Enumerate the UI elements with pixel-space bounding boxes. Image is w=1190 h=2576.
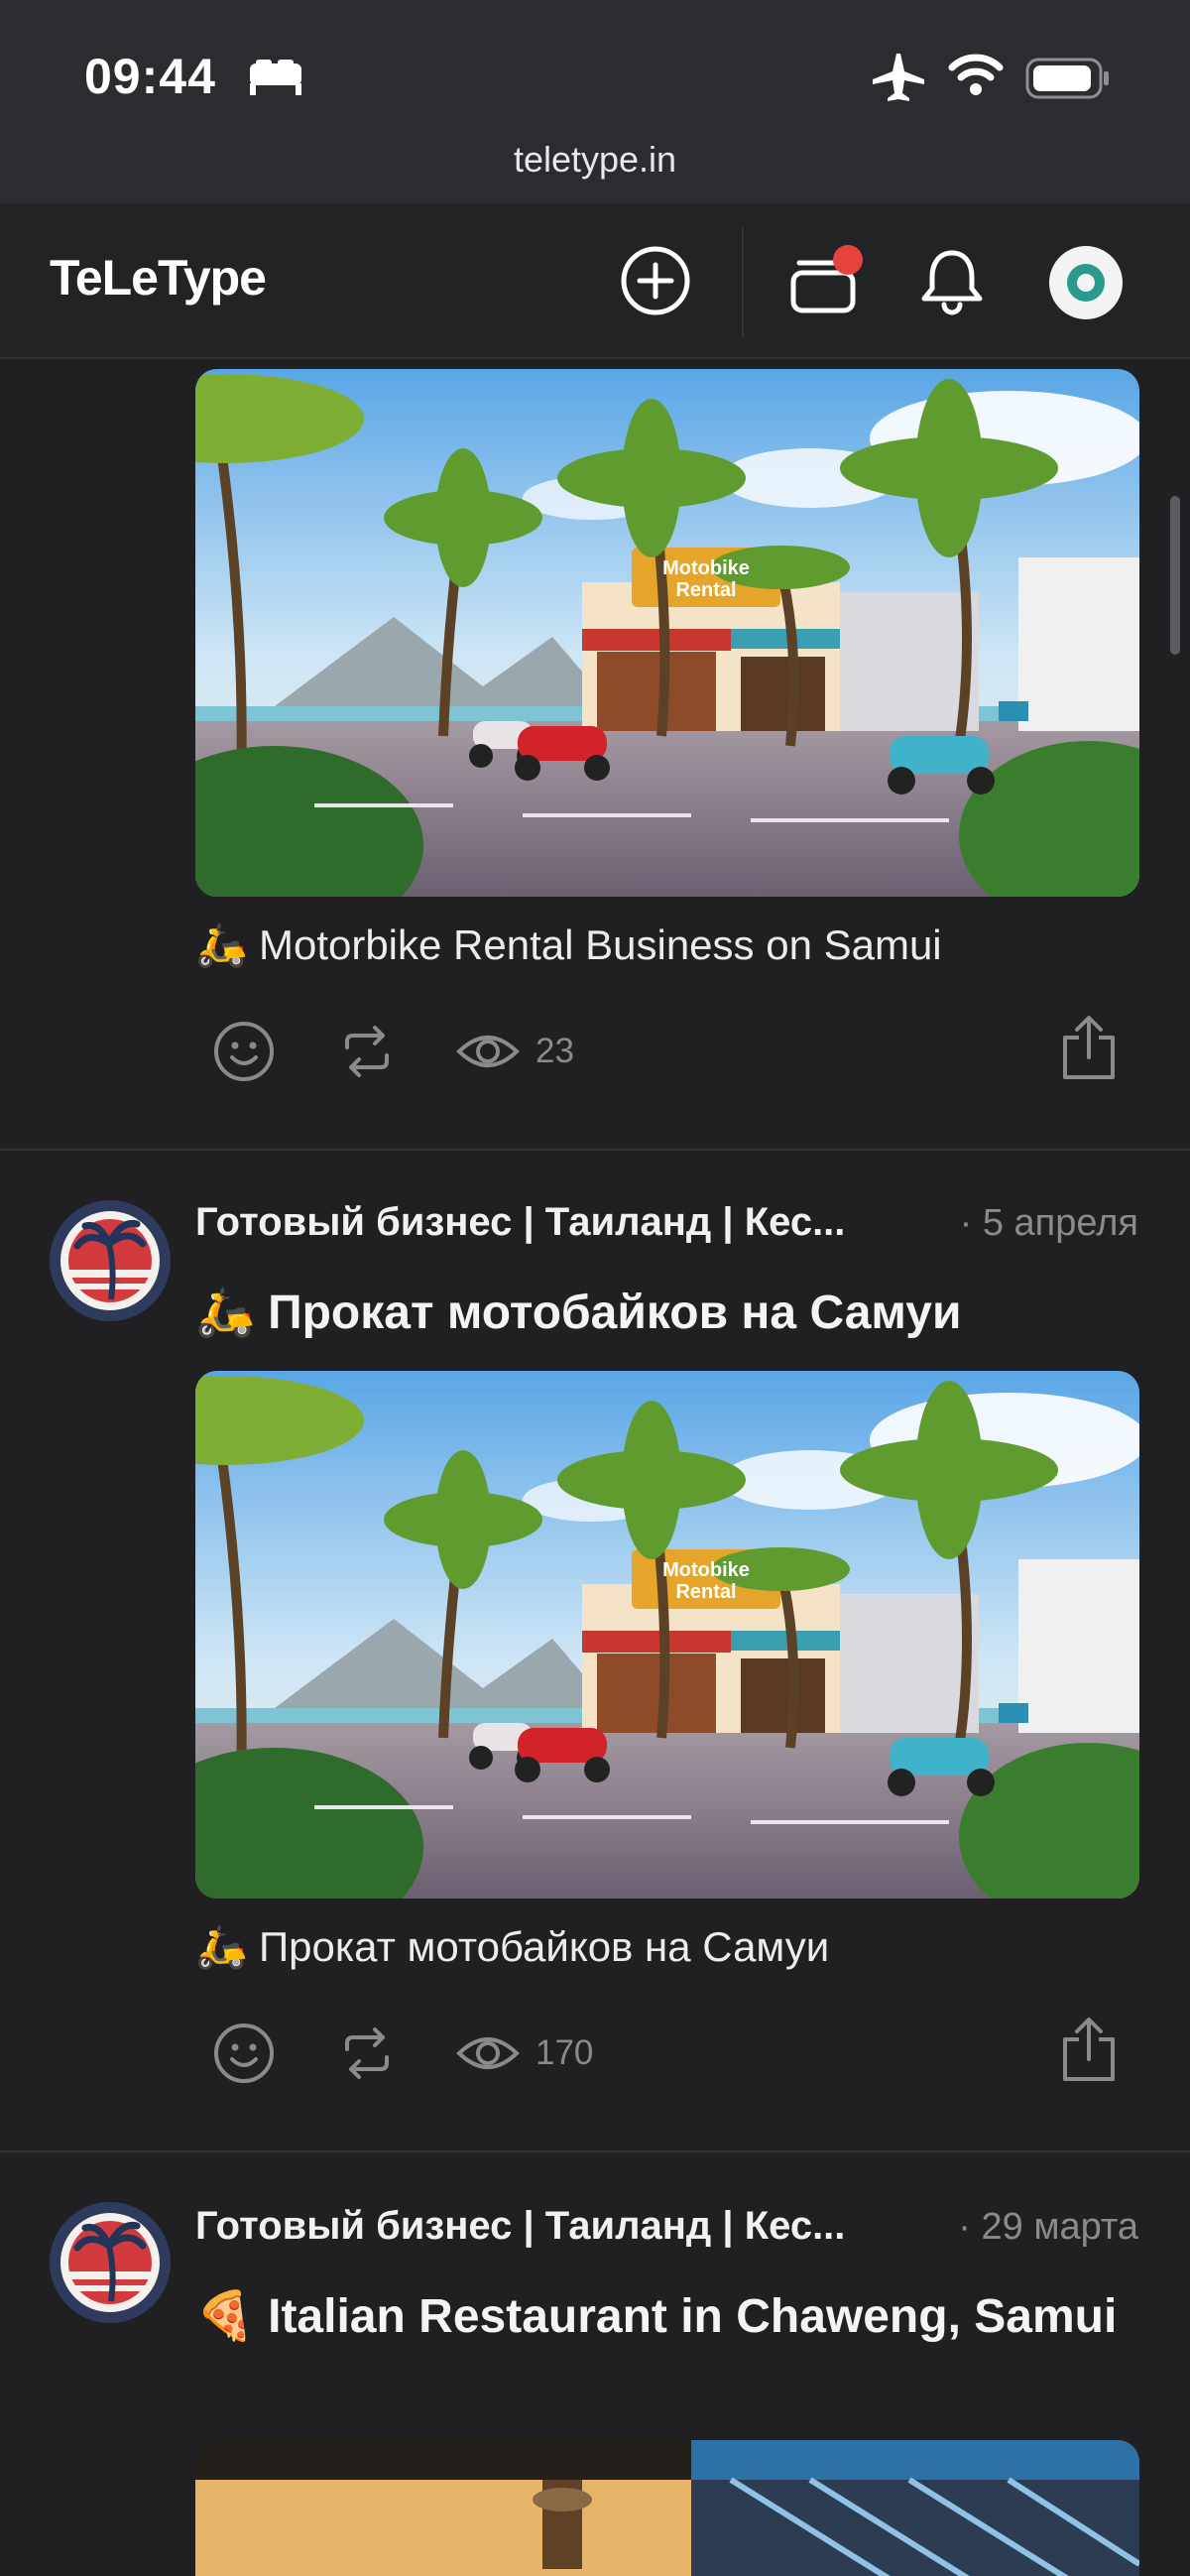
views-count: 23: [536, 1032, 574, 1070]
channel-name[interactable]: Готовый бизнес | Таиланд | Кес...: [195, 1200, 899, 1245]
post-date: · 5 апреля: [959, 1202, 1138, 1244]
reaction-smiley-icon[interactable]: [212, 2022, 276, 2085]
scooter-emoji: 🛵: [195, 920, 248, 969]
channel-name[interactable]: Готовый бизнес | Таиланд | Кес...: [195, 2204, 899, 2249]
repost-icon[interactable]: [337, 1022, 397, 1081]
app-header: TeLeType: [0, 203, 1190, 359]
image-sign-line2: Rental: [675, 1581, 737, 1603]
channel-avatar[interactable]: [50, 1200, 171, 1321]
bed-icon: [250, 60, 301, 95]
wifi-icon: [948, 54, 1004, 95]
image-sign: Motobike Rental: [647, 1559, 766, 1603]
views-count: 170: [536, 2033, 594, 2072]
views-eye-icon: [456, 1036, 520, 1067]
address-bar-url[interactable]: teletype.in: [0, 139, 1190, 181]
scooter-shop-illustration: [195, 1371, 1139, 1899]
header-divider: [742, 228, 744, 337]
post-cover-image[interactable]: Motobike Rental: [195, 369, 1139, 897]
post-cover-image[interactable]: [195, 2440, 1139, 2576]
scooter-shop-illustration: [195, 369, 1139, 897]
image-sign: Motobike Rental: [647, 557, 766, 601]
notification-dot: [833, 245, 863, 275]
reaction-smiley-icon[interactable]: [212, 1020, 276, 1083]
pizza-emoji: 🍕: [195, 2288, 255, 2344]
post-title[interactable]: 🍕 Italian Restaurant in Chaweng, Samui: [195, 2283, 1118, 2350]
repost-icon[interactable]: [337, 2024, 397, 2083]
post-date: · 29 марта: [958, 2206, 1138, 2248]
image-sign-line2: Rental: [675, 579, 737, 601]
bell-icon[interactable]: [914, 243, 990, 318]
post-separator: [0, 2150, 1190, 2152]
scooter-emoji: 🛵: [195, 1285, 255, 1340]
teletype-logo[interactable]: TeLeType: [50, 249, 267, 307]
clock: 09:44: [84, 49, 216, 104]
share-icon[interactable]: [1059, 1014, 1119, 1083]
restaurant-photo: [195, 2440, 1139, 2576]
palm-logo-icon: [60, 2213, 160, 2312]
post-caption[interactable]: 🛵 Motorbike Rental Business on Samui: [195, 920, 942, 970]
user-avatar[interactable]: [1049, 246, 1123, 319]
airplane-icon: [873, 54, 924, 101]
views-eye-icon: [456, 2037, 520, 2069]
post-title[interactable]: 🛵 Прокат мотобайков на Самуи: [195, 1280, 1118, 1346]
post-caption-text: Motorbike Rental Business on Samui: [258, 921, 942, 968]
post-separator: [0, 1149, 1190, 1151]
post-title-text: Italian Restaurant in Chaweng, Samui: [268, 2290, 1118, 2343]
create-post-icon[interactable]: [618, 243, 693, 318]
post-cover-image[interactable]: Motobike Rental: [195, 1371, 1139, 1899]
image-sign-line1: Motobike: [662, 1559, 750, 1581]
battery-icon: [1025, 58, 1109, 99]
scooter-emoji: 🛵: [195, 1922, 248, 1971]
image-sign-line1: Motobike: [662, 557, 750, 579]
channel-avatar[interactable]: [50, 2202, 171, 2323]
status-bar: 09:44 teletype.in: [0, 0, 1190, 203]
page-scrollbar[interactable]: [1170, 496, 1180, 655]
palm-logo-icon: [60, 1211, 160, 1310]
post-title-text: Прокат мотобайков на Самуи: [268, 1287, 962, 1339]
avatar-mark-center: [1077, 274, 1095, 292]
post-caption[interactable]: 🛵 Прокат мотобайков на Самуи: [195, 1922, 829, 1972]
post-caption-text: Прокат мотобайков на Самуи: [258, 1923, 830, 1970]
share-icon[interactable]: [1059, 2016, 1119, 2085]
